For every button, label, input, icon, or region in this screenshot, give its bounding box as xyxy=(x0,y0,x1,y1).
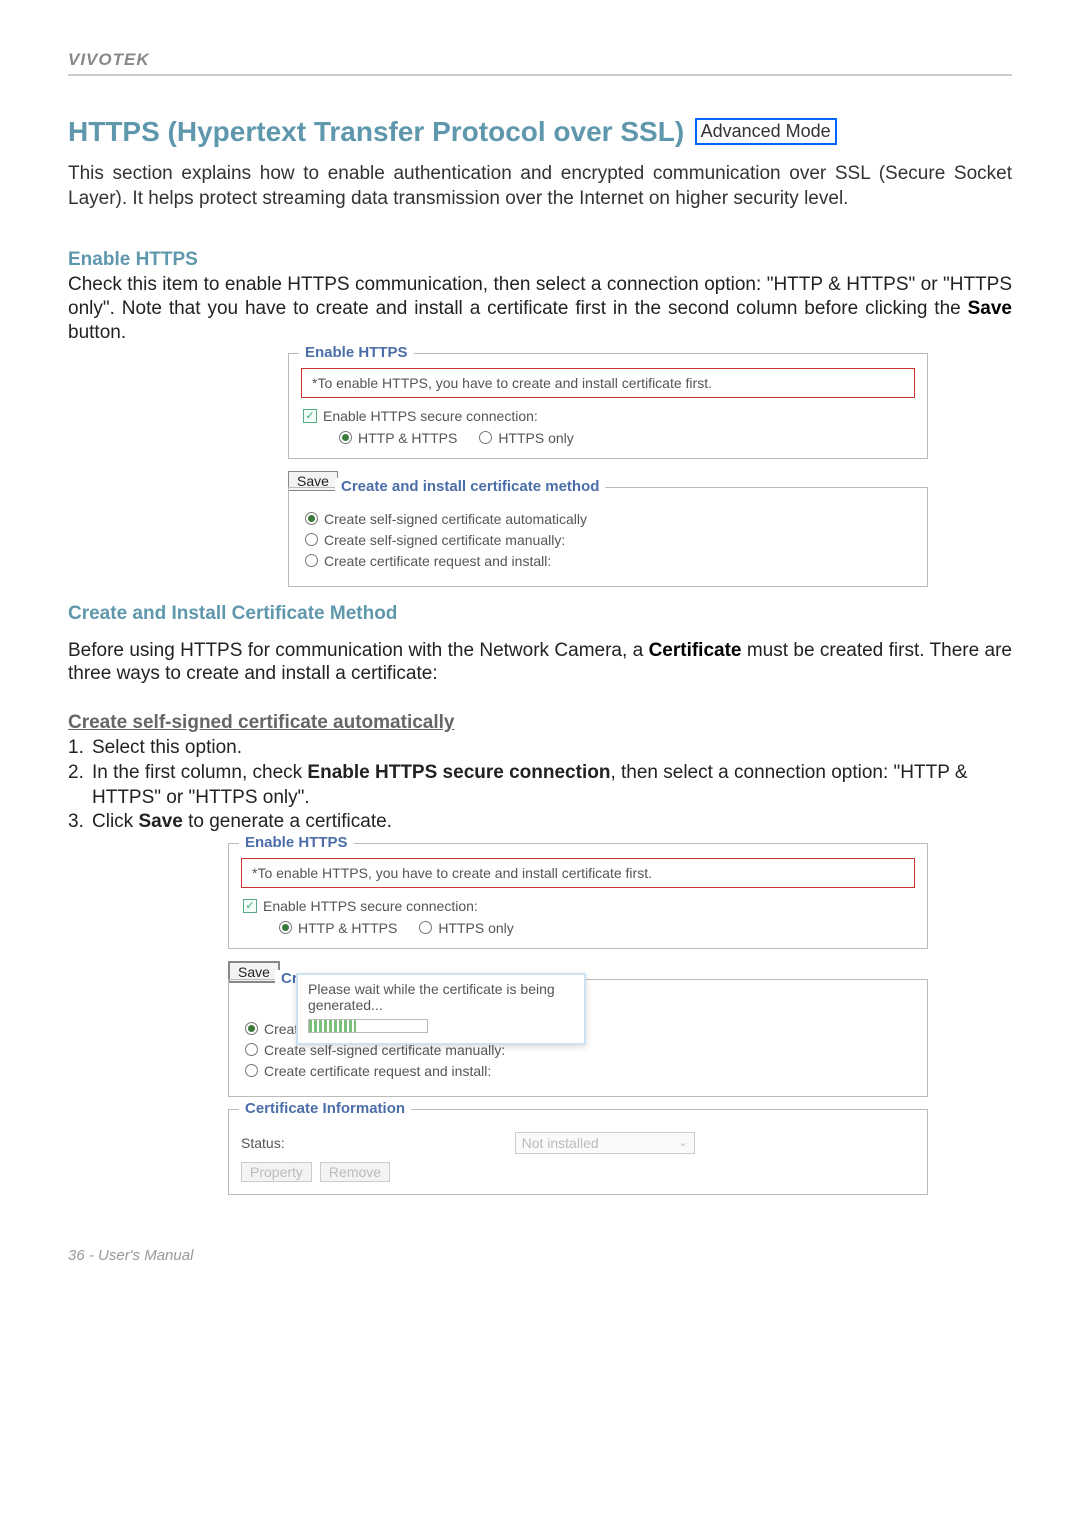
radio-label: HTTPS only xyxy=(498,430,573,446)
bold-certificate: Certificate xyxy=(649,640,742,661)
radio-label: Create certificate request and install: xyxy=(324,553,551,569)
checkbox-label: Enable HTTPS secure connection: xyxy=(263,898,478,914)
radio-icon[interactable] xyxy=(305,554,318,567)
radio-icon[interactable] xyxy=(305,533,318,546)
page-footer: 36 - User's Manual xyxy=(68,1235,1012,1264)
property-button[interactable]: Property xyxy=(241,1162,312,1182)
intro-paragraph: This section explains how to enable auth… xyxy=(68,162,1012,211)
brand-logo: VIVOTEK xyxy=(68,50,150,69)
section-body-cert-method: Before using HTTPS for communication wit… xyxy=(68,639,1012,687)
fieldset-legend: Enable HTTPS xyxy=(299,344,414,361)
text: Click xyxy=(92,811,138,832)
sub-heading-auto: Create self-signed certificate automatic… xyxy=(68,712,1012,734)
chevron-down-icon: ⌄ xyxy=(678,1136,687,1149)
list-item: 1. Select this option. xyxy=(68,736,1012,761)
radio-label: Create self-signed certificate manually: xyxy=(324,532,565,548)
note-box: *To enable HTTPS, you have to create and… xyxy=(301,368,915,398)
checkbox-icon[interactable]: ✓ xyxy=(303,409,317,423)
status-value: Not installed xyxy=(522,1135,599,1151)
text: 2. xyxy=(68,761,92,810)
text: Before using HTTPS for communication wit… xyxy=(68,640,649,661)
screenshot-generating: Enable HTTPS *To enable HTTPS, you have … xyxy=(228,843,928,1195)
text: Click Save to generate a certificate. xyxy=(92,810,1012,835)
checkbox-label: Enable HTTPS secure connection: xyxy=(323,408,538,424)
bold-text: Save xyxy=(138,811,182,832)
mode-badge: Advanced Mode xyxy=(695,118,837,145)
screenshot-enable-https: Enable HTTPS *To enable HTTPS, you have … xyxy=(288,353,928,587)
radio-label: HTTP & HTTPS xyxy=(358,430,457,446)
text: In the first column, check xyxy=(92,762,307,783)
radio-icon[interactable] xyxy=(279,921,292,934)
status-label: Status: xyxy=(241,1135,285,1151)
note-box: *To enable HTTPS, you have to create and… xyxy=(241,858,915,888)
text: to generate a certificate. xyxy=(183,811,392,832)
remove-button[interactable]: Remove xyxy=(320,1162,390,1182)
text: Check this item to enable HTTPS communic… xyxy=(68,274,1012,319)
radio-label: HTTP & HTTPS xyxy=(298,920,397,936)
fieldset-legend: Certificate Information xyxy=(239,1100,411,1117)
list-item: 2. In the first column, check Enable HTT… xyxy=(68,761,1012,810)
progress-bar xyxy=(308,1019,428,1033)
radio-label: HTTPS only xyxy=(438,920,513,936)
fieldset-legend: Enable HTTPS xyxy=(239,834,354,851)
bold-save: Save xyxy=(968,298,1012,319)
radio-icon[interactable] xyxy=(305,512,318,525)
radio-icon[interactable] xyxy=(245,1064,258,1077)
progress-popup: Please wait while the certificate is bei… xyxy=(296,973,586,1045)
radio-icon[interactable] xyxy=(245,1022,258,1035)
radio-icon[interactable] xyxy=(245,1043,258,1056)
text: In the first column, check Enable HTTPS … xyxy=(92,761,1012,810)
radio-label: Create self-signed certificate automatic… xyxy=(324,511,587,527)
popup-text: Please wait while the certificate is bei… xyxy=(308,981,574,1013)
page-title: HTTPS (Hypertext Transfer Protocol over … xyxy=(68,116,684,147)
fieldset-legend: Create and install certificate method xyxy=(335,478,605,495)
section-heading-enable-https: Enable HTTPS xyxy=(68,249,1012,271)
list-item: 3. Click Save to generate a certificate. xyxy=(68,810,1012,835)
radio-icon[interactable] xyxy=(339,431,352,444)
section-heading-cert-method: Create and Install Certificate Method xyxy=(68,603,1012,625)
status-dropdown[interactable]: Not installed ⌄ xyxy=(515,1132,695,1154)
section-body-enable-https: Check this item to enable HTTPS communic… xyxy=(68,273,1012,344)
radio-label: Create certificate request and install: xyxy=(264,1063,491,1079)
text: 1. xyxy=(68,736,92,761)
radio-icon[interactable] xyxy=(479,431,492,444)
text: 3. xyxy=(68,810,92,835)
radio-icon[interactable] xyxy=(419,921,432,934)
text: Select this option. xyxy=(92,736,1012,761)
checkbox-icon[interactable]: ✓ xyxy=(243,899,257,913)
bold-text: Enable HTTPS secure connection xyxy=(307,762,610,783)
text: button. xyxy=(68,322,126,343)
